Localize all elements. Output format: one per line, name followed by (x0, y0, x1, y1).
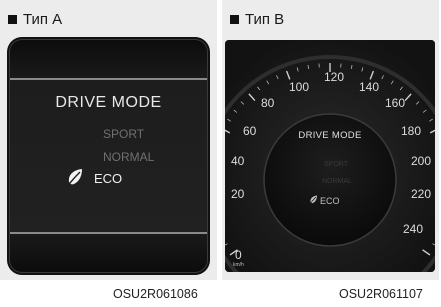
speed-label-140: 140 (359, 80, 380, 94)
panel-type-a: Тип A DRIVE MODE SPORT NORMAL ECO (0, 0, 217, 280)
speed-unit-label: km/h (233, 262, 244, 268)
caption-b: OSU2R061107 (339, 287, 423, 301)
drive-mode-screen-a: DRIVE MODE SPORT NORMAL ECO (10, 40, 207, 272)
drive-mode-title: DRIVE MODE (55, 94, 162, 111)
type-b-label: Тип B (230, 11, 284, 28)
speed-label-240: 240 (403, 222, 424, 236)
mode-normal-b: NORMAL (322, 178, 352, 185)
speed-label-200: 200 (411, 154, 432, 168)
type-b-label-text: Тип B (245, 11, 285, 28)
type-a-label-text: Тип A (23, 11, 63, 28)
drive-mode-title-b: DRIVE MODE (298, 130, 362, 141)
mode-eco-active-b: ECO (320, 196, 340, 206)
mode-sport: SPORT (103, 127, 145, 141)
speed-label-120: 120 (324, 70, 345, 84)
mode-sport-b: SPORT (324, 161, 348, 168)
caption-a: OSU2R061086 (113, 287, 198, 301)
panel-type-b: Тип B 100 120 140 80 160 60 180 40 200 2… (222, 0, 439, 280)
speedometer-screen-b: 100 120 140 80 160 60 180 40 200 20 220 … (225, 40, 435, 272)
speed-label-100: 100 (289, 80, 310, 94)
mode-normal: NORMAL (103, 150, 155, 164)
square-bullet-icon (230, 15, 239, 24)
top-band (10, 40, 207, 78)
leaf-icon (309, 195, 317, 205)
speed-label-220: 220 (411, 187, 432, 201)
bottom-band (10, 234, 207, 272)
speed-label-40: 40 (231, 154, 245, 168)
speed-label-160: 160 (385, 96, 406, 110)
leaf-icon (66, 169, 82, 188)
top-divider (10, 78, 207, 80)
mode-eco-active: ECO (94, 171, 123, 186)
speed-label-80: 80 (261, 96, 275, 110)
square-bullet-icon (8, 15, 17, 24)
speed-label-0: 0 (235, 248, 242, 262)
speed-label-20: 20 (231, 187, 245, 201)
type-a-label: Тип A (8, 11, 62, 28)
